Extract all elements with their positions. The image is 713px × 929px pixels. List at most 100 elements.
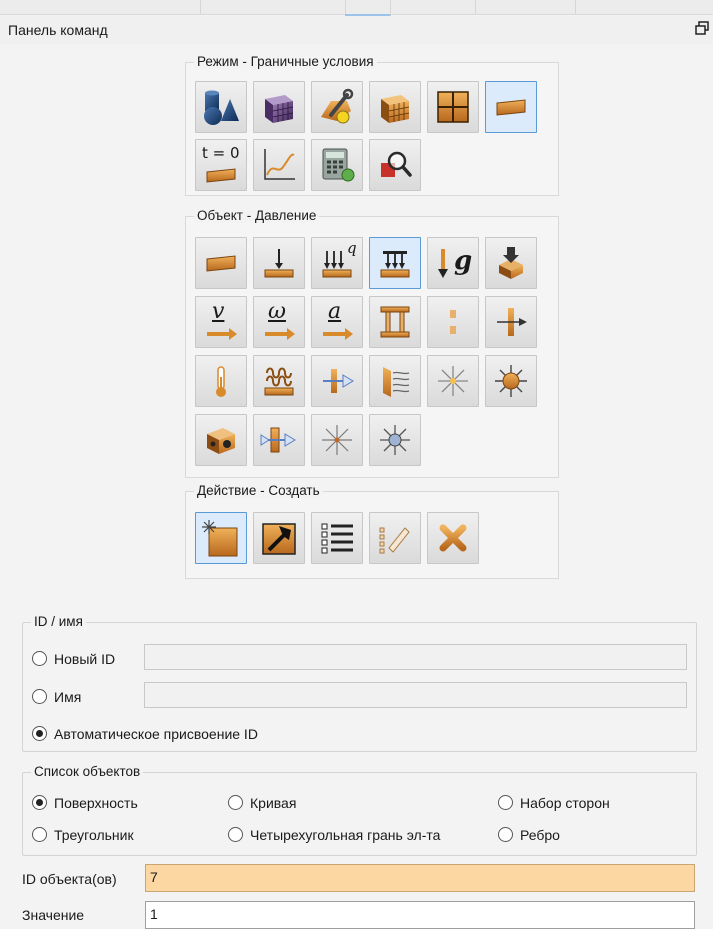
mesh-mode-button[interactable] (253, 81, 305, 133)
boundary-conditions-mode-button[interactable] (485, 81, 537, 133)
top-tab-strip (0, 0, 713, 17)
curve-radio-dot[interactable] (228, 795, 243, 810)
object-list-fieldset: Список объектов Поверхность Кривая Набор… (22, 764, 697, 856)
thermometer-icon (216, 366, 226, 397)
sideset-radio-dot[interactable] (498, 795, 513, 810)
action-show-button[interactable] (311, 512, 363, 564)
object-velocity-button[interactable]: v (195, 296, 247, 348)
element-mesh-mode-button[interactable] (369, 81, 421, 133)
new-id-input[interactable] (144, 644, 687, 670)
grid-mode-button[interactable] (427, 81, 479, 133)
float-window-icon[interactable] (695, 21, 709, 35)
q-label: q (347, 239, 357, 257)
surface-radio-dot[interactable] (32, 795, 47, 810)
edge-label: Ребро (520, 827, 560, 843)
auto-id-radio[interactable]: Автоматическое присвоение ID (32, 724, 332, 744)
object-gravity-button[interactable]: g (427, 237, 479, 289)
object-surface-button[interactable] (195, 237, 247, 289)
triangle-radio-dot[interactable] (32, 827, 47, 842)
geometry-mode-button[interactable] (195, 81, 247, 133)
auto-id-radio-dot[interactable] (32, 726, 47, 741)
value-label: Значение (22, 907, 85, 923)
object-force-button[interactable] (253, 237, 305, 289)
new-id-radio-dot[interactable] (32, 651, 47, 666)
object-distributed-load-button[interactable]: q (311, 237, 363, 289)
name-input[interactable] (144, 682, 687, 708)
object-list-legend: Список объектов (31, 764, 144, 779)
mode-group: Режим - Граничные условия t = 0 (185, 54, 559, 196)
acceleration-arrow-icon (323, 328, 353, 340)
xy-plot-mode-button[interactable] (253, 139, 305, 191)
list-icon (321, 523, 353, 554)
new-id-label: Новый ID (54, 651, 116, 667)
object-heat-source-button[interactable] (427, 355, 479, 407)
object-body-load-button[interactable] (485, 237, 537, 289)
surface-plate-icon (201, 243, 241, 283)
properties-icon (321, 88, 354, 124)
value-input[interactable]: 1 (145, 901, 695, 929)
object-sun-source-button[interactable] (485, 355, 537, 407)
quad-face-label: Четырехугольная грань эл-та (250, 827, 441, 843)
properties-mode-button[interactable] (311, 81, 363, 133)
boundary-conditions-icon (491, 87, 531, 127)
object-acceleration-button[interactable]: a (311, 296, 363, 348)
object-convection-button[interactable] (253, 355, 305, 407)
magnify-mode-button[interactable] (369, 139, 421, 191)
object-heat-flux-button[interactable] (311, 355, 363, 407)
gap-icon (450, 310, 456, 334)
volume-heat-icon (207, 428, 235, 454)
object-type-quad-face-radio[interactable]: Четырехугольная грань эл-та (228, 825, 498, 845)
action-edit-button[interactable] (369, 512, 421, 564)
object-gap-button[interactable] (427, 296, 479, 348)
initial-conditions-icon (206, 168, 236, 183)
name-radio-dot[interactable] (32, 689, 47, 704)
constraint-icon (497, 308, 527, 336)
object-temperature-button[interactable] (195, 355, 247, 407)
name-label: Имя (54, 689, 82, 705)
action-create-button[interactable] (195, 512, 247, 564)
calculator-mode-button[interactable] (311, 139, 363, 191)
name-radio[interactable]: Имя (32, 687, 132, 707)
initial-conditions-mode-button[interactable]: t = 0 (195, 139, 247, 191)
object-displacement-button[interactable] (369, 296, 421, 348)
object-ids-label: ID объекта(ов) (22, 871, 117, 887)
heat-source-icon (438, 366, 468, 396)
object-radiation-button[interactable] (369, 355, 421, 407)
object-type-curve-radio[interactable]: Кривая (228, 793, 428, 813)
hammer-icon (262, 523, 296, 555)
element-mesh-icon (381, 95, 410, 123)
xy-plot-icon (264, 149, 295, 180)
heat-flux-icon (323, 369, 354, 393)
point-radiation-icon (380, 425, 410, 455)
geometry-icon (204, 90, 239, 125)
action-delete-button[interactable] (427, 512, 479, 564)
object-volume-flux-button[interactable] (253, 414, 305, 466)
quad-face-radio-dot[interactable] (228, 827, 243, 842)
id-name-legend: ID / имя (31, 614, 86, 629)
sun-icon (495, 365, 527, 397)
triangle-label: Треугольник (54, 827, 134, 843)
curve-label: Кривая (250, 795, 297, 811)
object-pressure-button[interactable] (369, 237, 421, 289)
body-load-icon (499, 247, 523, 279)
object-type-sideset-radio[interactable]: Набор сторон (498, 793, 688, 813)
edge-radio-dot[interactable] (498, 827, 513, 842)
object-group-title: Объект - Давление (194, 208, 320, 223)
object-volume-heat-button[interactable] (195, 414, 247, 466)
new-id-radio[interactable]: Новый ID (32, 649, 142, 669)
object-angular-velocity-button[interactable]: ω (253, 296, 305, 348)
object-ids-input[interactable]: 7 (145, 864, 695, 892)
object-type-surface-radio[interactable]: Поверхность (32, 793, 222, 813)
displacement-icon (380, 306, 410, 338)
pressure-icon (375, 251, 415, 283)
object-type-edge-radio[interactable]: Ребро (498, 825, 618, 845)
object-point-source-button[interactable] (311, 414, 363, 466)
volume-flux-icon (260, 427, 296, 453)
angular-velocity-arrow-icon (265, 328, 295, 340)
object-point-radiation-button[interactable] (369, 414, 421, 466)
create-new-icon (202, 520, 238, 557)
object-type-triangle-radio[interactable]: Треугольник (32, 825, 222, 845)
action-modify-button[interactable] (253, 512, 305, 564)
radiation-surface-icon (383, 367, 410, 397)
object-constraint-button[interactable] (485, 296, 537, 348)
